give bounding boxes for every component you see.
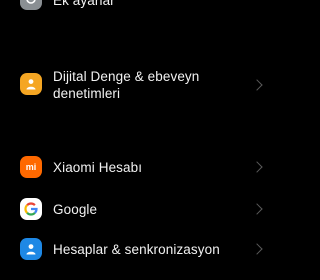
google-logo-icon [20,198,42,220]
settings-item-accounts-sync[interactable]: Hesaplar & senkronizasyon [0,234,280,264]
settings-item-label: Google [53,202,98,217]
accounts-sync-icon [20,238,42,260]
chevron-right-icon [251,203,263,215]
settings-item-google[interactable]: Google [0,194,280,224]
settings-item-additional-settings[interactable]: Ek ayarlar [0,0,280,12]
more-settings-icon [20,0,42,10]
settings-item-label: Hesaplar & senkronizasyon [53,242,220,257]
settings-screen: Ek ayarlar Dijital Denge & ebeveyn denet… [0,0,280,280]
xiaomi-logo-icon: mi [20,156,42,178]
digital-wellbeing-icon [20,73,42,95]
settings-item-xiaomi-account[interactable]: mi Xiaomi Hesabı [0,152,280,182]
settings-item-digital-wellbeing[interactable]: Dijital Denge & ebeveyn denetimleri [0,62,280,108]
chevron-right-icon [251,79,263,91]
settings-item-label: Ek ayarlar [53,0,115,8]
chevron-right-icon [251,161,263,173]
settings-item-label: Xiaomi Hesabı [53,160,143,175]
xiaomi-logo-text: mi [25,162,37,172]
chevron-right-icon [251,243,263,255]
settings-item-label: Dijital Denge & ebeveyn denetimleri [53,69,200,101]
